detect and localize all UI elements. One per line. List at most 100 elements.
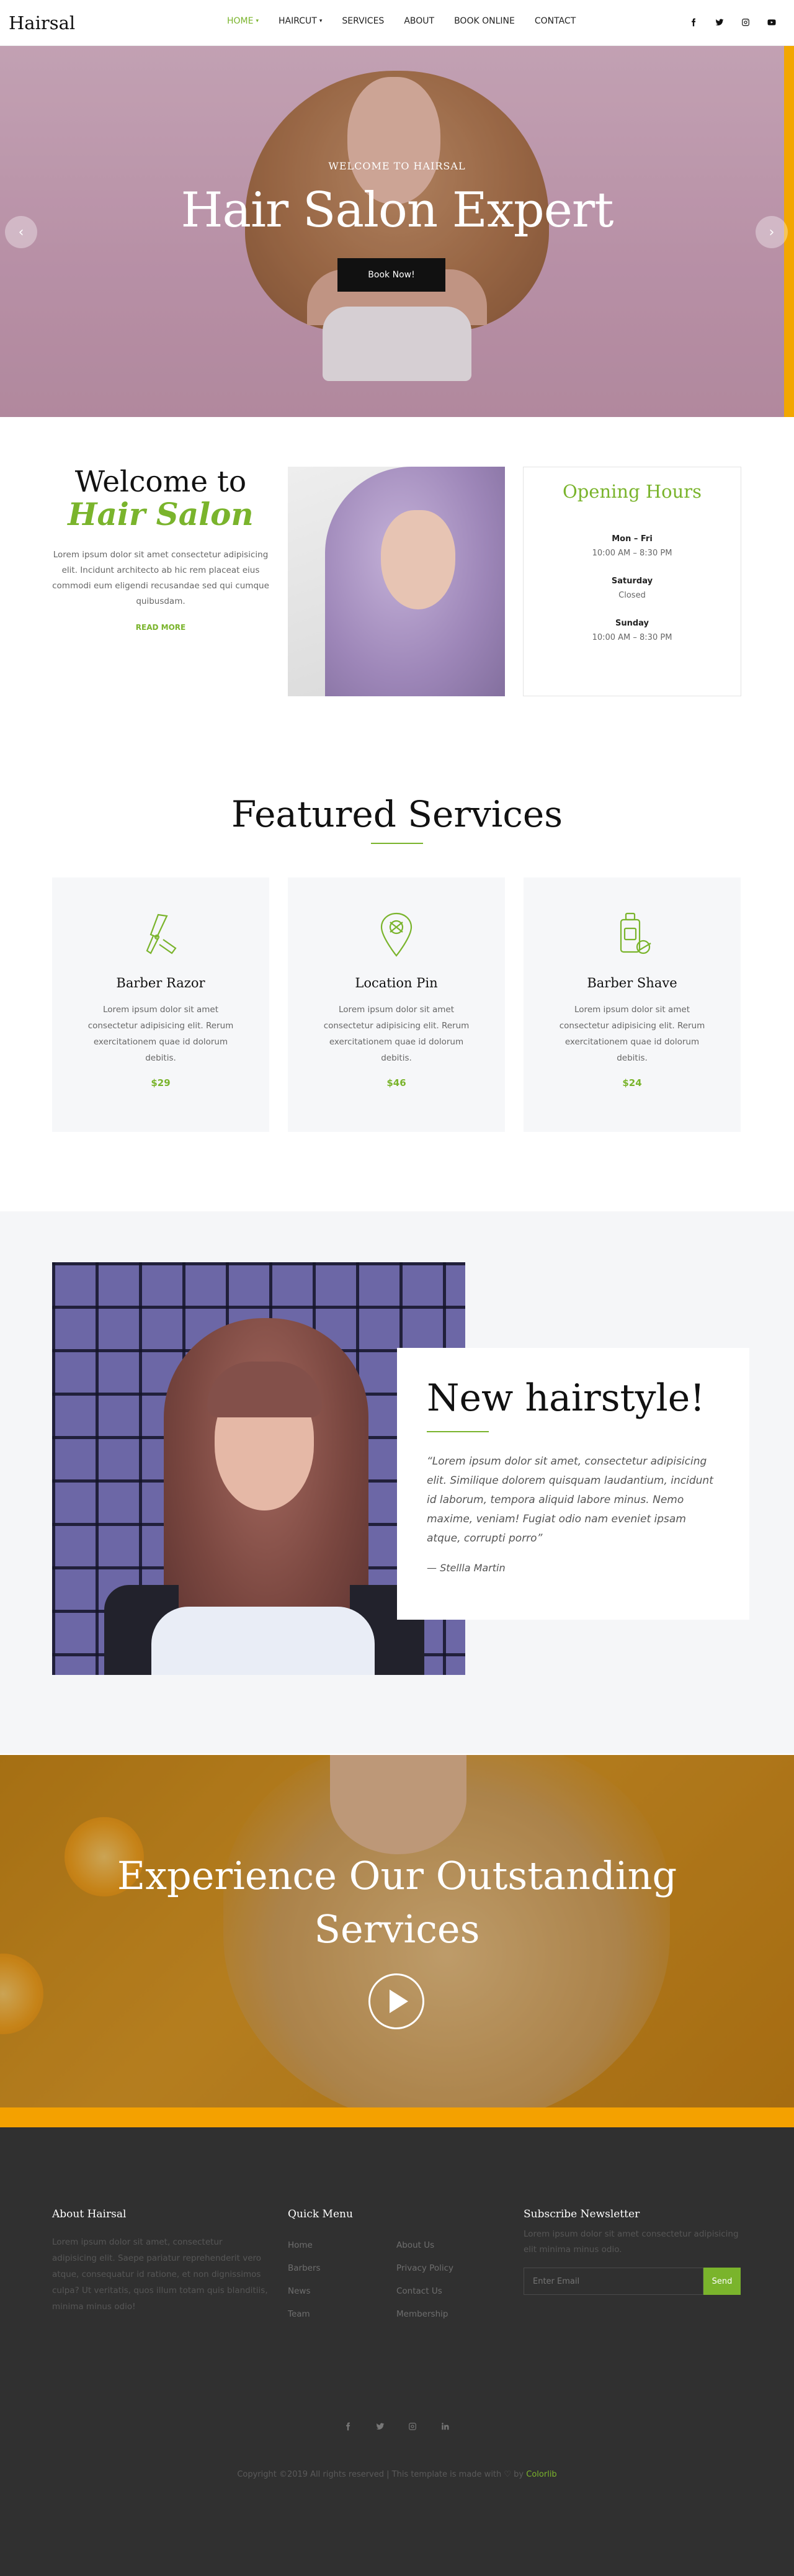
welcome-title: Welcome to — [74, 465, 247, 499]
colorlib-link[interactable]: Colorlib — [526, 2470, 556, 2479]
header-social — [687, 16, 778, 29]
top-navbar: Hairsal HOME ▾ HAIRCUT ▾ SERVICES ABOUT BO… — [0, 0, 794, 46]
newsletter-form: Send — [524, 2268, 741, 2295]
hours-row: Saturday Closed — [524, 577, 741, 600]
play-video-button[interactable] — [368, 1973, 424, 2029]
footer-social — [0, 2421, 794, 2431]
footer-link-about-us[interactable]: About Us — [396, 2234, 505, 2257]
footer-quick-title: Quick Menu — [288, 2208, 353, 2220]
nav-services[interactable]: SERVICES — [342, 16, 384, 26]
hours-time: 10:00 AM – 8:30 PM — [592, 549, 672, 558]
footer-link-privacy-policy[interactable]: Privacy Policy — [396, 2257, 505, 2280]
copyright: Copyright ©2019 All rights reserved | Th… — [0, 2470, 794, 2479]
book-now-button[interactable]: Book Now! — [337, 258, 445, 292]
footer-link-membership[interactable]: Membership — [396, 2303, 505, 2326]
footer-link-team[interactable]: Team — [288, 2303, 396, 2326]
service-text: Lorem ipsum dolor sit amet consectetur a… — [87, 1005, 234, 1063]
service-text: Lorem ipsum dolor sit amet consectetur a… — [559, 1005, 705, 1063]
hours-time: 10:00 AM – 8:30 PM — [592, 633, 672, 642]
twitter-icon[interactable] — [376, 2421, 386, 2431]
service-price: $46 — [386, 1077, 406, 1088]
twitter-icon[interactable] — [713, 16, 726, 29]
slider-prev-icon[interactable]: ‹ — [5, 216, 37, 248]
experience-title-line1: Experience Our Outstanding — [117, 1853, 677, 1898]
service-name: Location Pin — [355, 976, 438, 990]
hairstyle-quote: “Lorem ipsum dolor sit amet, consectetur… — [427, 1455, 713, 1545]
hours-row: Mon – Fri 10:00 AM – 8:30 PM — [524, 534, 741, 558]
featured-services-title: Featured Services — [231, 793, 563, 835]
linkedin-icon[interactable] — [440, 2421, 450, 2431]
nav-haircut-label: HAIRCUT — [279, 16, 317, 26]
chevron-down-icon: ▾ — [319, 18, 323, 24]
opening-hours-box: Opening Hours Mon – Fri 10:00 AM – 8:30 … — [523, 467, 741, 696]
read-more-link[interactable]: READ MORE — [136, 623, 185, 632]
service-price: $24 — [622, 1077, 642, 1088]
nav-about[interactable]: ABOUT — [404, 16, 434, 26]
hours-time: Closed — [618, 591, 646, 600]
slider-next-icon[interactable]: › — [756, 216, 788, 248]
footer-about-text: Lorem ipsum dolor sit amet, consectetur … — [52, 2237, 268, 2312]
send-button[interactable]: Send — [703, 2268, 741, 2295]
instagram-icon[interactable] — [408, 2421, 418, 2431]
experience-bottom-strip — [0, 2107, 794, 2127]
service-card[interactable]: Location Pin Lorem ipsum dolor sit amet … — [288, 877, 505, 1132]
facebook-icon[interactable] — [344, 2421, 354, 2431]
site-logo[interactable]: Hairsal — [9, 12, 75, 34]
hours-day: Sunday — [615, 619, 649, 628]
hero-slider: WELCOME TO HAIRSAL Hair Salon Expert Boo… — [0, 46, 794, 417]
nav-book-online[interactable]: BOOK ONLINE — [454, 16, 515, 26]
footer-about: About Hairsal Lorem ipsum dolor sit amet… — [52, 2208, 269, 2315]
service-name: Barber Razor — [116, 976, 205, 990]
nav-haircut[interactable]: HAIRCUT ▾ — [279, 16, 322, 26]
service-price: $29 — [151, 1077, 171, 1088]
hairstyle-quote-card: New hairstyle! “Lorem ipsum dolor sit am… — [397, 1348, 749, 1620]
hero-subtitle: WELCOME TO HAIRSAL — [328, 160, 466, 172]
service-card[interactable]: Barber Razor Lorem ipsum dolor sit amet … — [52, 877, 269, 1132]
footer: About Hairsal Lorem ipsum dolor sit amet… — [0, 2127, 794, 2576]
footer-link-home[interactable]: Home — [288, 2234, 396, 2257]
shave-icon — [611, 910, 653, 959]
title-underline — [371, 843, 423, 844]
footer-quick-menu: Quick Menu Home Barbers News Team About … — [288, 2208, 505, 2326]
youtube-icon[interactable] — [765, 16, 778, 29]
title-underline — [427, 1431, 489, 1432]
hours-row: Sunday 10:00 AM – 8:30 PM — [524, 619, 741, 642]
service-card[interactable]: Barber Shave Lorem ipsum dolor sit amet … — [524, 877, 741, 1132]
hero-title: Hair Salon Expert — [181, 182, 613, 238]
nav-contact[interactable]: CONTACT — [535, 16, 576, 26]
service-text: Lorem ipsum dolor sit amet consectetur a… — [323, 1005, 470, 1063]
play-icon — [390, 1990, 408, 2013]
location-pin-icon — [375, 910, 417, 959]
footer-newsletter-text: Lorem ipsum dolor sit amet consectetur a… — [524, 2229, 739, 2255]
hairstyle-photo-shirt — [151, 1607, 375, 1675]
instagram-icon[interactable] — [739, 16, 752, 29]
footer-link-contact-us[interactable]: Contact Us — [396, 2280, 505, 2303]
copyright-text: Copyright ©2019 All rights reserved | Th… — [237, 2470, 527, 2479]
hours-day: Saturday — [611, 577, 653, 586]
welcome-text: Lorem ipsum dolor sit amet consectetur a… — [52, 550, 269, 607]
hours-day: Mon – Fri — [612, 534, 653, 544]
footer-about-title: About Hairsal — [52, 2208, 127, 2220]
welcome-photo-face — [381, 510, 455, 609]
experience-title-line2: Services — [314, 1906, 480, 1952]
opening-hours-title: Opening Hours — [562, 481, 702, 502]
footer-newsletter-title: Subscribe Newsletter — [524, 2208, 640, 2220]
welcome-title-accent: Hair Salon — [68, 496, 254, 533]
razor-icon — [140, 910, 182, 959]
welcome-photo — [288, 467, 505, 696]
hairstyle-title: New hairstyle! — [427, 1376, 705, 1420]
experience-section: Experience Our Outstanding Services — [0, 1755, 794, 2127]
footer-newsletter: Subscribe Newsletter Lorem ipsum dolor s… — [524, 2208, 741, 2295]
email-input[interactable] — [524, 2268, 703, 2295]
main-menu: HOME ▾ HAIRCUT ▾ SERVICES ABOUT BOOK ONLIN… — [227, 16, 576, 26]
service-name: Barber Shave — [587, 976, 677, 990]
footer-link-news[interactable]: News — [288, 2280, 396, 2303]
footer-link-barbers[interactable]: Barbers — [288, 2257, 396, 2280]
facebook-icon[interactable] — [687, 16, 700, 29]
nav-home[interactable]: HOME ▾ — [227, 16, 259, 26]
quote-author: — Stellla Martin — [427, 1562, 506, 1574]
chevron-down-icon: ▾ — [256, 18, 259, 24]
experience-title: Experience Our Outstanding Services — [0, 1849, 794, 1956]
welcome-block: Welcome to Hair Salon Lorem ipsum dolor … — [52, 467, 269, 632]
nav-home-label: HOME — [227, 16, 254, 26]
